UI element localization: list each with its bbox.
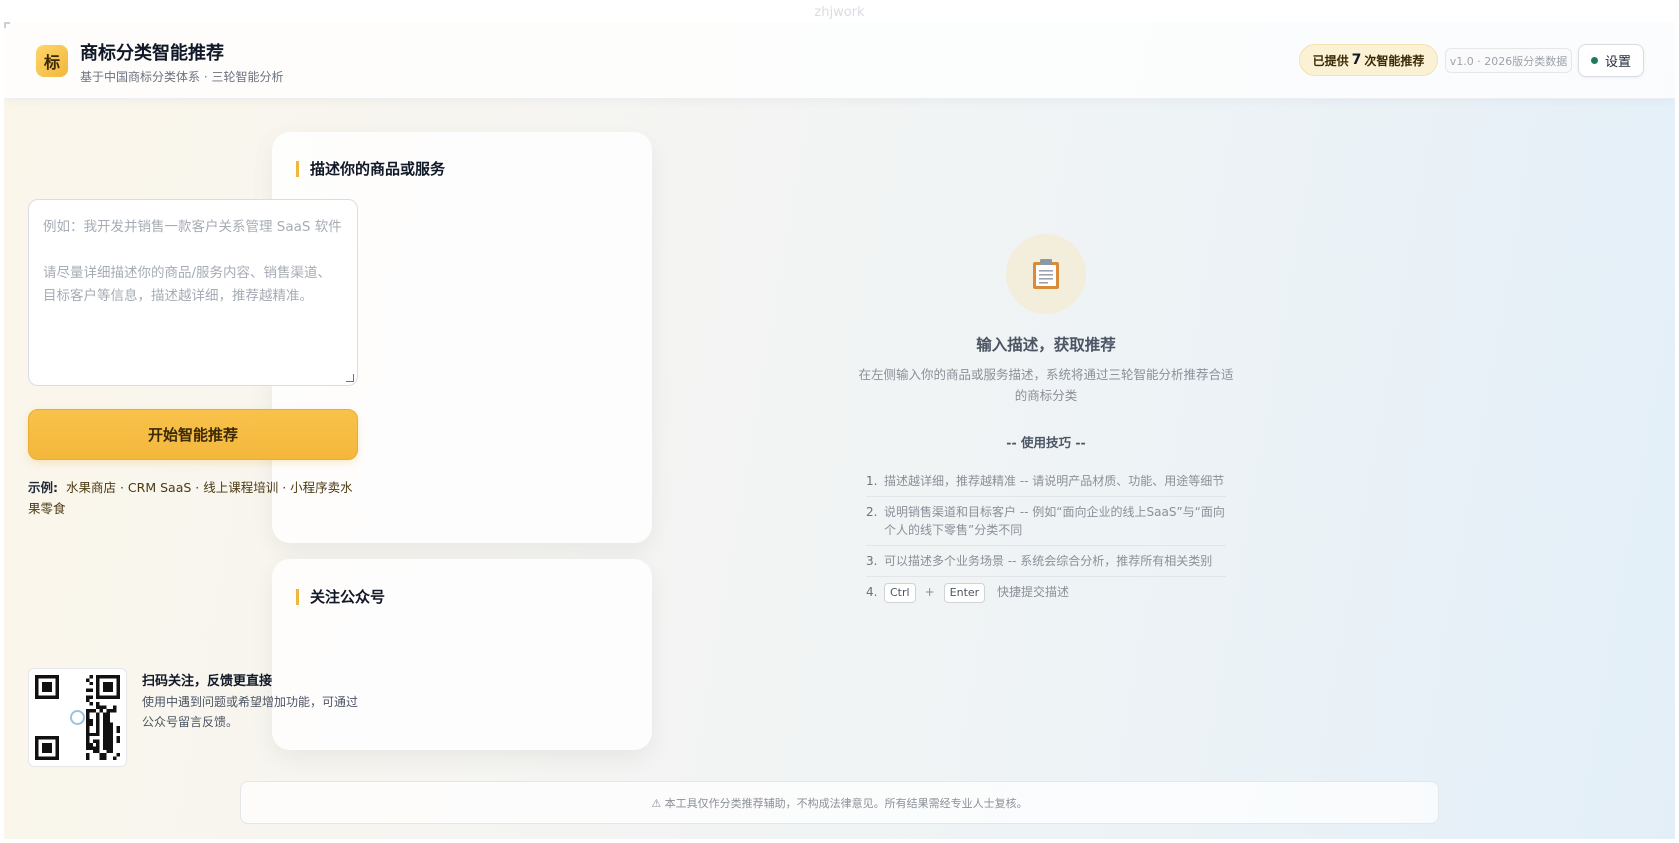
recommend-count-badge: 已提供 7 次智能推荐: [1299, 44, 1438, 76]
tip-item: 1. 描述越详细，推荐越精准 -- 请说明产品材质、功能、用途等细节: [866, 466, 1226, 497]
example-link-crm-saas[interactable]: CRM SaaS: [128, 480, 191, 495]
tip-number: 1.: [866, 474, 878, 488]
app-title: 商标分类智能推荐: [80, 43, 224, 64]
tip-text: 可以描述多个业务场景 -- 系统会综合分析，推荐所有相关类别: [884, 554, 1213, 568]
app-subtitle: 基于中国商标分类体系 · 三轮智能分析: [80, 70, 284, 84]
tip-text: 描述越详细，推荐越精准 -- 请说明产品材质、功能、用途等细节: [884, 474, 1225, 488]
input-card-title: 描述你的商品或服务: [296, 161, 445, 177]
description-input[interactable]: [29, 200, 357, 385]
tips-list: 1. 描述越详细，推荐越精准 -- 请说明产品材质、功能、用途等细节 2. 说明…: [866, 466, 1226, 609]
ctrl-key: Ctrl: [884, 583, 916, 603]
examples-row: 示例: 水果商店 · CRM SaaS · 线上课程培训 · 小程序卖水果零食: [28, 477, 360, 519]
plus-sign: +: [924, 585, 935, 599]
clipboard-icon: [1006, 234, 1086, 314]
enter-key: Enter: [943, 583, 986, 603]
tip-text: 说明销售渠道和目标客户 -- 例如“面向企业的线上SaaS”与“面向个人的线下零…: [884, 505, 1225, 537]
app-header: 标 商标分类智能推荐 基于中国商标分类体系 · 三轮智能分析 已提供 7 次智能…: [4, 22, 1675, 99]
resize-handle-icon[interactable]: [346, 374, 354, 382]
tip-item: 2. 说明销售渠道和目标客户 -- 例如“面向企业的线上SaaS”与“面向个人的…: [866, 497, 1226, 546]
tip-number: 3.: [866, 554, 878, 568]
example-separator: ·: [191, 480, 204, 495]
window-tag: zhjwork: [814, 5, 865, 20]
logo-icon: 标: [36, 45, 68, 77]
tips-heading: -- 使用技巧 --: [1006, 435, 1086, 450]
example-link-online-course[interactable]: 线上课程培训: [203, 480, 278, 495]
wechat-description: 使用中遇到问题或希望增加功能，可通过公众号留言反馈。: [142, 695, 359, 729]
qr-code-image: [28, 668, 127, 767]
empty-state-description: 在左侧输入你的商品或服务描述，系统将通过三轮智能分析推荐合适的商标分类: [858, 367, 1234, 403]
tip-number: 2.: [866, 505, 878, 519]
shortcut-text: 快捷提交描述: [997, 585, 1070, 599]
settings-button[interactable]: 设置: [1578, 44, 1644, 77]
count-value: 7: [1351, 52, 1362, 68]
example-separator: ·: [278, 480, 291, 495]
empty-state-title: 输入描述，获取推荐: [976, 336, 1116, 354]
examples-label: 示例:: [28, 480, 58, 495]
settings-label: 设置: [1604, 55, 1631, 70]
description-field-wrapper: [28, 199, 358, 386]
disclaimer-notice: ⚠ 本工具仅作分类推荐辅助，不构成法律意见。所有结果需经专业人士复核。: [240, 781, 1439, 824]
count-suffix: 次智能推荐: [1364, 53, 1425, 68]
version-badge: v1.0 · 2026版分类数据: [1445, 48, 1572, 73]
start-recommend-button[interactable]: 开始智能推荐: [28, 409, 358, 460]
count-prefix: 已提供: [1312, 53, 1349, 68]
example-link-fruit-shop[interactable]: 水果商店: [66, 480, 116, 495]
qr-center-logo-icon: [70, 710, 85, 725]
example-separator: ·: [116, 480, 128, 495]
status-dot-icon: [1590, 57, 1598, 64]
wechat-headline: 扫码关注，反馈更直接: [142, 674, 273, 689]
app-window: 标 商标分类智能推荐 基于中国商标分类体系 · 三轮智能分析 已提供 7 次智能…: [4, 22, 1675, 839]
tip-item: 3. 可以描述多个业务场景 -- 系统会综合分析，推荐所有相关类别: [866, 546, 1226, 577]
tip-item-shortcut: 4. Ctrl + Enter 快捷提交描述: [866, 577, 1226, 609]
tip-number: 4.: [866, 585, 878, 599]
wechat-card-title: 关注公众号: [296, 589, 385, 605]
